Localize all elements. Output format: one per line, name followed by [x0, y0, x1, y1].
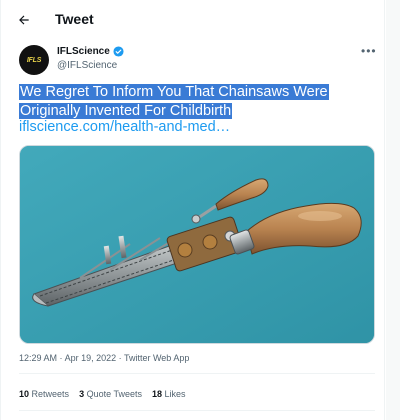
- quote-tweets-stat[interactable]: 3 Quote Tweets: [79, 389, 142, 399]
- meta-separator: ·: [59, 353, 63, 363]
- likes-label: Likes: [164, 389, 186, 399]
- avatar[interactable]: IFLS: [19, 45, 49, 75]
- quotes-label: Quote Tweets: [86, 389, 142, 399]
- meta-separator: ·: [118, 353, 122, 363]
- chainsaw-image: [20, 146, 374, 343]
- back-button[interactable]: [13, 9, 35, 31]
- tweet-stats: 10 Retweets 3 Quote Tweets 18 Likes: [19, 389, 186, 399]
- page-title: Tweet: [55, 11, 94, 27]
- divider: [19, 410, 375, 411]
- divider: [19, 373, 375, 374]
- likes-count: 18: [151, 389, 162, 399]
- tweet-media-image[interactable]: [19, 145, 375, 344]
- more-dots-icon: •••: [361, 44, 377, 58]
- retweets-label: Retweets: [31, 389, 70, 399]
- avatar-logo-text: IFLS: [26, 56, 42, 64]
- header: Tweet: [1, 0, 385, 40]
- tweet-date[interactable]: Apr 19, 2022: [65, 353, 117, 363]
- display-name-row: IFLScience: [57, 46, 124, 57]
- tweet-time[interactable]: 12:29 AM: [19, 353, 57, 363]
- tweet-text: We Regret To Inform You That Chainsaws W…: [19, 83, 364, 121]
- more-options-button[interactable]: •••: [361, 44, 377, 58]
- quotes-count: 3: [79, 389, 85, 399]
- user-handle[interactable]: @IFLScience: [57, 60, 117, 71]
- arrow-left-icon: [19, 15, 29, 25]
- verified-badge-icon: [113, 46, 124, 57]
- tweet-detail-panel: Tweet IFLS IFLScience @IFLScience ••• We…: [0, 0, 385, 420]
- tweet-link[interactable]: iflscience.com/health-and-med…: [19, 119, 230, 135]
- likes-stat[interactable]: 18 Likes: [152, 389, 186, 399]
- tweet-timestamp: 12:29 AM · Apr 19, 2022 · Twitter Web Ap…: [19, 353, 189, 363]
- retweets-stat[interactable]: 10 Retweets: [19, 389, 69, 399]
- retweets-count: 10: [19, 389, 30, 399]
- tweet-text-line2: Originally Invented For Childbirth: [19, 103, 233, 119]
- tweet-source[interactable]: Twitter Web App: [124, 353, 189, 363]
- display-name[interactable]: IFLScience: [57, 46, 110, 57]
- tweet-text-line1: We Regret To Inform You That Chainsaws W…: [19, 84, 329, 100]
- scrollbar[interactable]: [386, 0, 400, 420]
